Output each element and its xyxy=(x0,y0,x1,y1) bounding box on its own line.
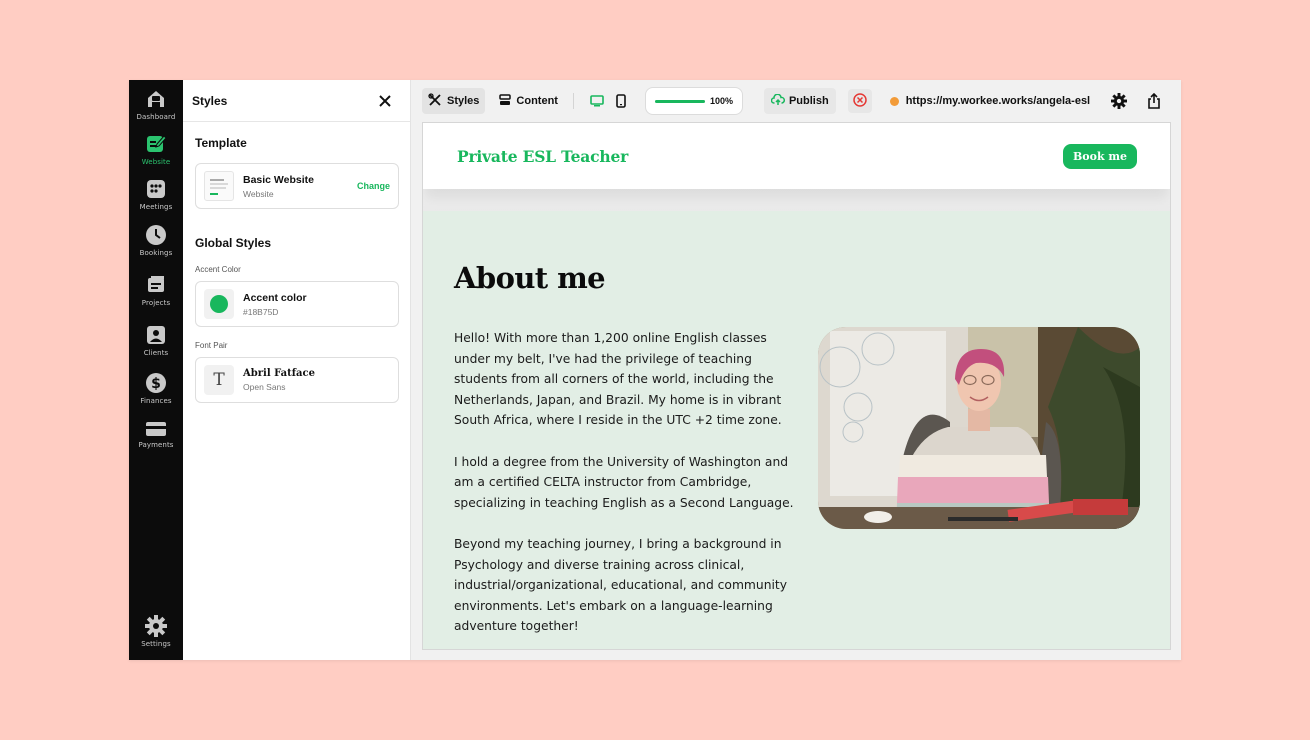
styles-panel: Styles Template Basic Website Website Ch… xyxy=(183,80,411,660)
nav-label: Finances xyxy=(140,397,172,405)
template-type: Website xyxy=(243,188,274,199)
accent-swatch-box xyxy=(204,289,234,319)
panel-title: Styles xyxy=(192,93,228,108)
nav-label: Website xyxy=(141,158,171,166)
nav-item-projects[interactable]: Projects xyxy=(129,274,183,307)
website-builder-app: Dashboard Website Meetings Bookings Proj… xyxy=(129,80,1181,660)
content-icon xyxy=(499,93,516,109)
template-card[interactable]: Basic Website Website Change xyxy=(195,163,399,209)
about-paragraph: Beyond my teaching journey, I bring a ba… xyxy=(454,536,788,634)
global-styles-title: Global Styles xyxy=(195,236,272,250)
zoom-control[interactable]: 100% xyxy=(644,87,743,115)
nav-label: Projects xyxy=(141,299,171,307)
nav-item-settings[interactable]: Settings xyxy=(129,615,183,648)
header-shadow xyxy=(423,189,1170,211)
panel-header: Styles xyxy=(183,80,410,122)
cloud-upload-icon xyxy=(770,93,789,109)
nav-label: Dashboard xyxy=(136,113,176,121)
about-paragraph: I hold a degree from the University of W… xyxy=(454,454,794,510)
meetings-icon xyxy=(145,178,167,200)
accent-card-title: Accent color xyxy=(243,291,307,304)
url-status-dot xyxy=(889,96,899,106)
site-header: Private ESL Teacher Book me xyxy=(423,123,1170,189)
about-paragraph: Hello! With more than 1,200 online Engli… xyxy=(454,331,782,428)
zoom-slider-fill xyxy=(654,99,705,103)
styles-tab-button[interactable]: Styles xyxy=(422,88,486,114)
nav-item-payments[interactable]: Payments xyxy=(129,420,183,449)
desktop-view-icon[interactable] xyxy=(587,91,607,111)
svg-text:$: $ xyxy=(151,376,161,392)
accent-swatch xyxy=(210,295,228,313)
content-tab-label: Content xyxy=(516,95,558,107)
nav-label: Clients xyxy=(143,349,169,357)
template-thumbnail xyxy=(204,171,234,201)
font-pair-label: Font Pair xyxy=(195,341,228,350)
paintbrush-icon xyxy=(428,92,447,110)
nav-item-finances[interactable]: $ Finances xyxy=(129,372,183,405)
nav-label: Payments xyxy=(138,441,174,449)
unpublish-button[interactable] xyxy=(847,89,872,113)
close-circle-icon xyxy=(852,92,867,110)
projects-icon xyxy=(145,274,167,296)
nav-item-dashboard[interactable]: Dashboard xyxy=(129,88,183,121)
heading-font-name: Abril Fatface xyxy=(243,368,315,379)
nav-item-meetings[interactable]: Meetings xyxy=(129,178,183,211)
nav-label: Bookings xyxy=(139,249,173,257)
close-icon[interactable] xyxy=(378,94,392,108)
book-me-button[interactable]: Book me xyxy=(1063,144,1137,169)
nav-label: Settings xyxy=(141,640,171,648)
zoom-slider[interactable] xyxy=(654,99,705,103)
font-pair-card[interactable]: T Abril Fatface Open Sans xyxy=(195,357,399,403)
clients-icon xyxy=(145,324,167,346)
about-heading[interactable]: About me xyxy=(454,261,606,295)
template-section-title: Template xyxy=(195,136,247,150)
change-template-button[interactable]: Change xyxy=(357,181,390,191)
nav-item-website[interactable]: Website xyxy=(129,133,183,166)
nav-item-clients[interactable]: Clients xyxy=(129,324,183,357)
card-icon xyxy=(145,420,167,438)
editor-toolbar: Styles Content 100% Publish https://my.w… xyxy=(411,80,1181,122)
accent-hex-value: #18B75D xyxy=(243,306,279,317)
clock-icon xyxy=(145,224,167,246)
zoom-value: 100% xyxy=(709,96,733,106)
website-edit-icon xyxy=(145,133,167,155)
editor-main: Styles Content 100% Publish https://my.w… xyxy=(411,80,1181,660)
content-tab-button[interactable]: Content xyxy=(493,88,564,114)
publish-button[interactable]: Publish xyxy=(763,88,836,114)
styles-tab-label: Styles xyxy=(447,95,480,107)
dollar-icon: $ xyxy=(145,372,167,394)
mobile-view-icon[interactable] xyxy=(611,91,631,111)
publish-label: Publish xyxy=(788,95,829,107)
accent-color-label: Accent Color xyxy=(195,265,241,274)
gear-icon[interactable] xyxy=(1109,91,1129,111)
toolbar-divider xyxy=(572,93,574,109)
site-title[interactable]: Private ESL Teacher xyxy=(457,147,628,166)
body-font-name: Open Sans xyxy=(243,382,286,392)
main-nav-rail: Dashboard Website Meetings Bookings Proj… xyxy=(129,80,183,660)
website-preview: Private ESL Teacher Book me About me Hel… xyxy=(422,122,1171,650)
home-icon xyxy=(145,88,167,110)
about-text[interactable]: Hello! With more than 1,200 online Engli… xyxy=(454,328,799,649)
share-icon[interactable] xyxy=(1144,91,1164,111)
site-url-text: https://my.workee.works/angela-esl xyxy=(905,95,1091,107)
teacher-photo[interactable] xyxy=(818,327,1140,529)
site-url-link[interactable]: https://my.workee.works/angela-esl xyxy=(889,95,1091,107)
gear-icon xyxy=(145,615,167,637)
accent-color-card[interactable]: Accent color #18B75D xyxy=(195,281,399,327)
nav-item-bookings[interactable]: Bookings xyxy=(129,224,183,257)
font-t-icon: T xyxy=(204,365,234,395)
template-name: Basic Website xyxy=(243,173,315,186)
nav-label: Meetings xyxy=(139,203,173,211)
